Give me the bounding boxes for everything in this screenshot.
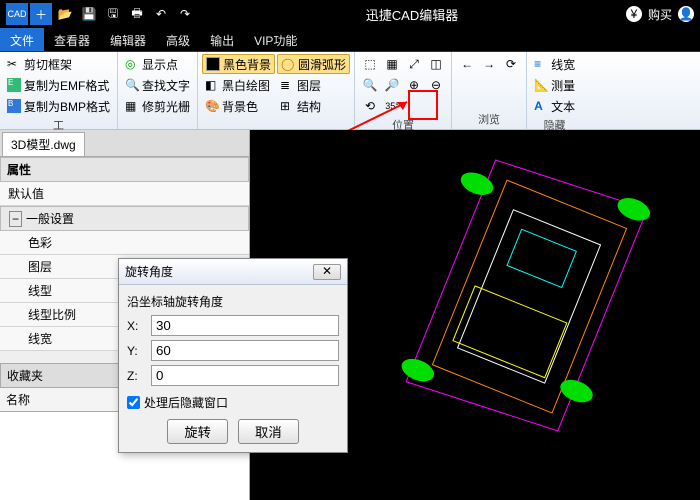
black-bg[interactable]: 黑色背景	[202, 54, 275, 74]
search-icon: 🔍	[125, 78, 139, 92]
pos-btn-1[interactable]: ⬚	[359, 54, 381, 74]
buy-link[interactable]: 购买	[648, 6, 672, 23]
title-bar: CAD ＋ 📂 💾 🖫 🖶 ↶ ↷ 迅捷CAD编辑器 ¥ 购买 👤	[0, 0, 700, 28]
model-wireframe	[367, 130, 700, 500]
smooth-arc[interactable]: ◯圆滑弧形	[277, 54, 350, 74]
rotate-dialog: 旋转角度 ✕ 沿坐标轴旋转角度 X: Y: Z: 处理后隐藏窗口 旋转 取消	[118, 258, 348, 453]
pos-btn-2[interactable]: ▦	[381, 54, 403, 74]
redo-icon[interactable]: ↷	[174, 3, 196, 25]
x-input[interactable]	[151, 315, 339, 336]
y-label: Y:	[127, 344, 151, 358]
rotate-button[interactable]: 旋转	[167, 419, 228, 444]
y-input[interactable]	[151, 340, 339, 361]
pos-btn-5[interactable]: 🔍	[359, 75, 381, 95]
measure[interactable]: 📐测量	[531, 75, 578, 95]
bw-icon: ◧	[205, 78, 219, 92]
copy-emf[interactable]: E复制为EMF格式	[4, 75, 113, 95]
nav-left[interactable]: ←	[456, 54, 478, 74]
saveas-icon[interactable]: 🖫	[102, 3, 124, 25]
layers[interactable]: ≣图层	[277, 75, 350, 95]
bmp-icon: B	[7, 99, 21, 113]
print-icon[interactable]: 🖶	[126, 3, 148, 25]
coin-icon[interactable]: ¥	[626, 6, 642, 22]
pos-btn-4[interactable]: ◫	[425, 54, 447, 74]
linewidth-icon: ≡	[534, 57, 548, 71]
new-icon[interactable]: ＋	[30, 3, 52, 25]
copy-bmp[interactable]: B复制为BMP格式	[4, 96, 113, 116]
doc-tabs: 3D模型.dwg	[0, 130, 249, 157]
dialog-title: 旋转角度	[125, 263, 313, 280]
z-label: Z:	[127, 369, 151, 383]
undo-icon[interactable]: ↶	[150, 3, 172, 25]
bw-draw[interactable]: ◧黑白绘图	[202, 75, 275, 95]
prop-color[interactable]: 色彩	[0, 231, 249, 255]
main-area: 3D模型.dwg 属性 默认值 −一般设置 色彩 图层 线型 线型比例 线宽 收…	[0, 130, 700, 500]
pos-btn-7[interactable]: ⊕	[403, 75, 425, 95]
cancel-button[interactable]: 取消	[238, 419, 299, 444]
menu-viewer[interactable]: 查看器	[44, 28, 100, 51]
menu-bar: 文件 查看器 编辑器 高级 输出 VIP功能	[0, 28, 700, 52]
pos-btn-3[interactable]: ⤢	[403, 54, 425, 74]
ribbon: ✂剪切框架 E复制为EMF格式 B复制为BMP格式 工 ◎显示点 🔍查找文字 ▦…	[0, 52, 700, 130]
menu-advanced[interactable]: 高级	[156, 28, 200, 51]
nav-right[interactable]: →	[478, 54, 500, 74]
palette-icon: 🎨	[205, 99, 219, 113]
bg-icon	[206, 57, 220, 71]
show-points[interactable]: ◎显示点	[122, 54, 193, 74]
bg-color[interactable]: 🎨背景色	[202, 96, 275, 116]
dialog-titlebar[interactable]: 旋转角度 ✕	[119, 259, 347, 285]
structure[interactable]: ⊞结构	[277, 96, 350, 116]
linewidth[interactable]: ≡线宽	[531, 54, 578, 74]
ruler-icon: 📐	[534, 78, 548, 92]
emf-icon: E	[7, 78, 21, 92]
pos-btn-8[interactable]: ⊖	[425, 75, 447, 95]
trim-icon: ▦	[125, 99, 139, 113]
col-name[interactable]: 名称	[0, 388, 125, 411]
user-icon[interactable]: 👤	[678, 6, 694, 22]
hide-checkbox[interactable]	[127, 396, 140, 409]
text-tool[interactable]: A文本	[531, 96, 578, 116]
layers-icon: ≣	[280, 78, 294, 92]
rotate-btn[interactable]: ⟲	[359, 96, 381, 116]
group-label-browse: 浏览	[456, 110, 522, 127]
hide-label: 处理后隐藏窗口	[144, 394, 228, 411]
dialog-legend: 沿坐标轴旋转角度	[127, 293, 339, 310]
x-label: X:	[127, 319, 151, 333]
menu-vip[interactable]: VIP功能	[244, 28, 307, 51]
scissors-icon: ✂	[7, 57, 21, 71]
point-icon: ◎	[125, 57, 139, 71]
props-header[interactable]: 属性	[0, 157, 249, 182]
text-icon: A	[534, 99, 548, 113]
save-icon[interactable]: 💾	[78, 3, 100, 25]
arc-icon: ◯	[281, 57, 295, 71]
app-icon[interactable]: CAD	[6, 3, 28, 25]
nav-refresh[interactable]: ⟳	[500, 54, 522, 74]
doc-tab[interactable]: 3D模型.dwg	[2, 132, 85, 156]
pos-btn-6[interactable]: 🔎	[381, 75, 403, 95]
defaults-row[interactable]: 默认值	[0, 182, 249, 206]
trim-raster[interactable]: ▦修剪光栅	[122, 96, 193, 116]
close-icon[interactable]: ✕	[313, 264, 341, 280]
tree-icon: ⊞	[280, 99, 294, 113]
open-icon[interactable]: 📂	[54, 3, 76, 25]
menu-output[interactable]: 输出	[200, 28, 244, 51]
menu-file[interactable]: 文件	[0, 28, 44, 51]
app-title: 迅捷CAD编辑器	[198, 5, 626, 24]
angle-btn[interactable]: 35°	[381, 96, 403, 116]
z-input[interactable]	[151, 365, 339, 386]
menu-editor[interactable]: 编辑器	[100, 28, 156, 51]
find-text[interactable]: 🔍查找文字	[122, 75, 193, 95]
clip-frame[interactable]: ✂剪切框架	[4, 54, 113, 74]
general-group[interactable]: −一般设置	[0, 206, 249, 231]
